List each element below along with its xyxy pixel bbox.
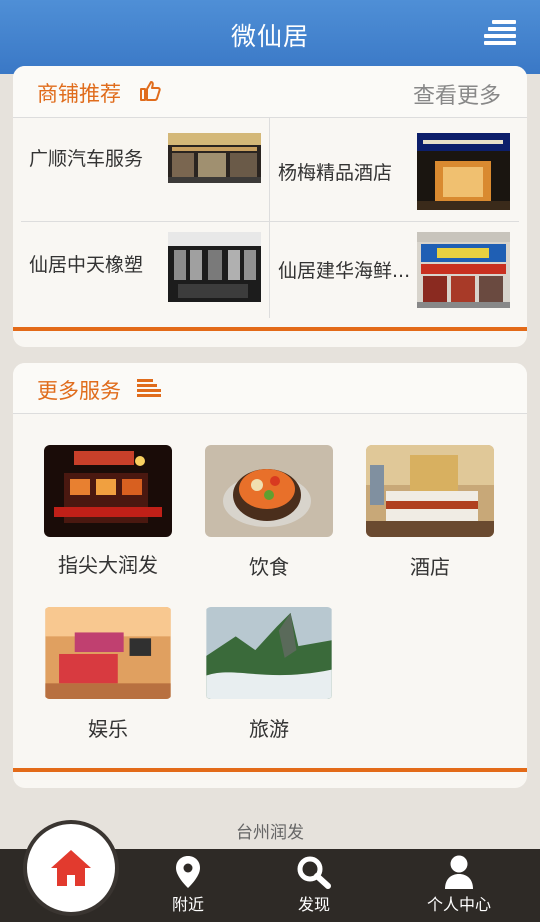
service-item[interactable]: 旅游 xyxy=(205,607,333,742)
service-label: 娱乐 xyxy=(88,717,128,741)
shop-name: 仙居中天橡塑 xyxy=(29,254,144,276)
service-photo xyxy=(44,445,172,537)
service-photo xyxy=(206,607,332,699)
shop-photo xyxy=(168,232,261,302)
more-services-title: 更多服务 xyxy=(37,379,121,403)
service-item[interactable]: 酒店 xyxy=(366,445,494,580)
shop-recommend-header: 商铺推荐 查看更多 xyxy=(13,66,527,118)
service-photo xyxy=(45,607,171,699)
service-photo xyxy=(366,445,494,537)
shop-photo xyxy=(417,133,510,210)
service-item[interactable]: 饮食 xyxy=(205,445,333,580)
app-header: 微仙居 xyxy=(0,0,540,74)
service-label: 旅游 xyxy=(249,717,289,741)
accent-bar xyxy=(13,768,527,772)
shop-item[interactable]: 广顺汽车服务 xyxy=(13,118,265,218)
nav-label: 附近 xyxy=(171,895,204,914)
nav-item-profile[interactable]: 个人中心 xyxy=(414,855,504,915)
shop-name: 仙居建华海鲜... xyxy=(278,260,411,282)
home-icon xyxy=(51,850,91,886)
nav-label: 个人中心 xyxy=(426,895,491,914)
page-title: 微仙居 xyxy=(230,22,309,51)
service-item[interactable]: 指尖大润发 xyxy=(44,445,172,578)
service-label: 指尖大润发 xyxy=(58,553,158,577)
shop-name: 杨梅精品酒店 xyxy=(278,162,393,184)
shop-item[interactable]: 仙居中天橡塑 xyxy=(13,222,265,322)
shop-photo xyxy=(168,133,261,183)
user-icon xyxy=(445,855,473,889)
shop-recommend-title: 商铺推荐 xyxy=(37,82,121,106)
service-item[interactable]: 娱乐 xyxy=(44,607,172,742)
thumbs-up-icon xyxy=(140,81,161,101)
more-services-card: 更多服务 指尖大润发 饮食 酒店 娱乐 旅游 xyxy=(13,363,527,788)
home-button[interactable] xyxy=(23,820,119,916)
shop-item[interactable]: 仙居建华海鲜... xyxy=(270,222,522,322)
service-photo xyxy=(205,445,333,537)
menu-icon[interactable] xyxy=(484,20,516,46)
service-label: 饮食 xyxy=(249,555,289,579)
shop-photo xyxy=(417,232,510,308)
service-label: 酒店 xyxy=(410,555,450,579)
view-more-link[interactable]: 查看更多 xyxy=(413,78,501,110)
shop-item[interactable]: 杨梅精品酒店 xyxy=(270,118,522,218)
nav-item-discover[interactable]: 发现 xyxy=(284,855,344,915)
shop-name: 广顺汽车服务 xyxy=(29,148,144,170)
nav-item-nearby[interactable]: 附近 xyxy=(158,855,218,915)
accent-bar xyxy=(13,327,527,331)
shop-recommend-card: 商铺推荐 查看更多 广顺汽车服务 杨梅精品酒店 仙居中天橡塑 仙居建华海鲜... xyxy=(13,66,527,347)
more-services-header: 更多服务 xyxy=(13,363,527,414)
search-icon xyxy=(297,856,331,889)
location-pin-icon xyxy=(176,856,200,888)
nav-label: 发现 xyxy=(297,895,330,914)
list-icon xyxy=(137,379,161,397)
